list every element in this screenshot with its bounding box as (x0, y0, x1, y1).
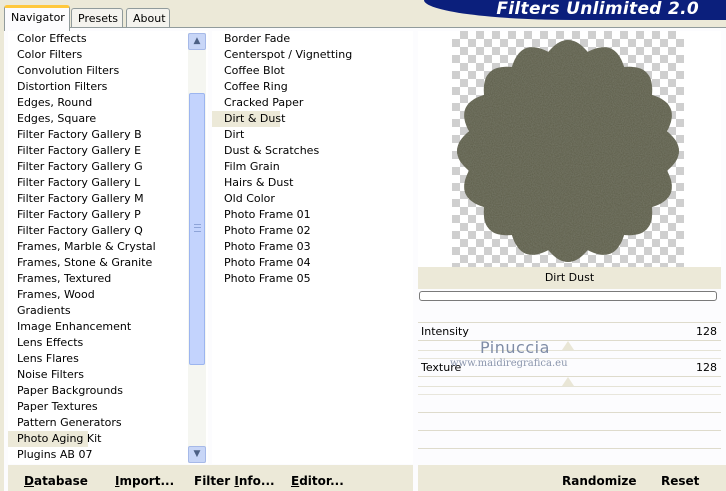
category-item[interactable]: Frames, Stone & Granite (8, 255, 208, 271)
filter-item[interactable]: Old Color (212, 191, 413, 207)
editor-button-accesskey: E (291, 474, 300, 488)
intensity-slider-thumb[interactable] (562, 341, 574, 350)
filter-item[interactable]: Coffee Blot (212, 63, 413, 79)
database-button-accesskey: D (24, 474, 34, 488)
filter-list[interactable]: Border Fade Centerspot / Vignetting Coffee… (212, 31, 413, 464)
category-item[interactable]: Frames, Marble & Crystal (8, 239, 208, 255)
category-item[interactable]: Lens Flares (8, 351, 208, 367)
preview-image (457, 40, 679, 262)
filter-item[interactable]: Photo Frame 05 (212, 271, 413, 287)
chevron-up-icon[interactable]: ▲ (188, 33, 206, 50)
category-item[interactable]: Image Enhancement (8, 319, 208, 335)
texture-slider-track (418, 386, 721, 387)
scrollbar-thumb[interactable] (189, 93, 205, 365)
category-item[interactable]: Frames, Textured (8, 271, 208, 287)
bottom-toolbar-right: Randomize Reset (418, 465, 726, 491)
category-item[interactable]: Paper Backgrounds (8, 383, 208, 399)
tab-navigator[interactable]: Navigator (4, 5, 70, 31)
progress-bar (419, 291, 717, 301)
category-item[interactable]: Convolution Filters (8, 63, 208, 79)
category-item[interactable]: Pattern Generators (8, 415, 208, 431)
reset-button[interactable]: Reset (661, 474, 699, 488)
category-item[interactable]: Filter Factory Gallery G (8, 159, 208, 175)
category-items: Color Effects Color Filters Convolution Fi… (8, 31, 208, 463)
category-list[interactable]: Color Effects Color Filters Convolution Fi… (8, 31, 208, 464)
category-item[interactable]: Color Effects (8, 31, 208, 47)
filter-controls: Intensity 128 Texture 128 (418, 305, 721, 491)
category-item[interactable]: Edges, Square (8, 111, 208, 127)
filter-item[interactable]: Photo Frame 02 (212, 223, 413, 239)
texture-slider[interactable] (418, 377, 721, 395)
category-item[interactable]: Filter Factory Gallery E (8, 143, 208, 159)
filter-item[interactable]: Border Fade (212, 31, 413, 47)
filter-item[interactable]: Photo Frame 01 (212, 207, 413, 223)
randomize-button[interactable]: Randomize (562, 474, 636, 488)
texture-value: 128 (696, 361, 717, 374)
scrollbar-grip (194, 224, 201, 232)
editor-button[interactable]: Editor... (291, 474, 344, 488)
database-button-label: atabase (33, 474, 88, 488)
import-button-label: mport... (119, 474, 175, 488)
selected-filter-name: Dirt Dust (418, 267, 721, 289)
filter-item[interactable]: Dust & Scratches (212, 143, 413, 159)
watermark-url: www.maidiregrafica.eu (450, 358, 568, 369)
category-item[interactable]: Lens Effects (8, 335, 208, 351)
category-item[interactable]: Noise Filters (8, 367, 208, 383)
category-item[interactable]: Filter Factory Gallery M (8, 191, 208, 207)
intensity-control[interactable]: Intensity 128 (418, 323, 721, 341)
filter-item[interactable]: Dirt & Dust (212, 111, 285, 127)
category-item[interactable]: Frames, Wood (8, 287, 208, 303)
intensity-slider[interactable] (418, 341, 721, 359)
filter-items: Border Fade Centerspot / Vignetting Coffee… (212, 31, 413, 287)
category-item[interactable]: Filter Factory Gallery B (8, 127, 208, 143)
category-item[interactable]: Photo Aging Kit (8, 431, 101, 447)
editor-button-label: ditor... (299, 474, 344, 488)
control-empty-2 (418, 413, 721, 431)
preview-scallop-shape (457, 40, 679, 262)
category-item[interactable]: Filter Factory Gallery Q (8, 223, 208, 239)
watermark-title: Pinuccia (480, 338, 550, 357)
filter-info-button-label: nfo... (238, 474, 275, 488)
database-button[interactable]: Database (24, 474, 88, 488)
filter-item[interactable]: Cracked Paper (212, 95, 413, 111)
control-empty-3 (418, 431, 721, 449)
category-item[interactable]: Filter Factory Gallery L (8, 175, 208, 191)
filter-item[interactable]: Coffee Ring (212, 79, 413, 95)
app-title: Filters Unlimited 2.0 (424, 0, 726, 20)
filter-info-button[interactable]: Filter Info... (194, 474, 275, 488)
filter-item[interactable]: Dirt (212, 127, 413, 143)
import-button[interactable]: Import... (115, 474, 174, 488)
filter-item[interactable]: Hairs & Dust (212, 175, 413, 191)
category-scrollbar[interactable]: ▲ ▼ (188, 33, 206, 463)
filter-item[interactable]: Photo Frame 04 (212, 255, 413, 271)
filter-item[interactable]: Centerspot / Vignetting (212, 47, 413, 63)
category-item[interactable]: Edges, Round (8, 95, 208, 111)
category-item[interactable]: Plugins AB 07 (8, 447, 208, 463)
control-spacer-top (418, 305, 721, 323)
category-item[interactable]: Color Filters (8, 47, 208, 63)
chevron-down-icon[interactable]: ▼ (188, 446, 206, 463)
intensity-slider-track (418, 350, 721, 351)
category-item[interactable]: Distortion Filters (8, 79, 208, 95)
filter-info-button-label-pre: Filter (194, 474, 235, 488)
bottom-toolbar-left: Database Import... Filter Info... Editor… (8, 465, 413, 491)
category-item[interactable]: Gradients (8, 303, 208, 319)
texture-slider-thumb[interactable] (562, 377, 574, 386)
category-item[interactable]: Filter Factory Gallery P (8, 207, 208, 223)
intensity-value: 128 (696, 325, 717, 338)
filter-item[interactable]: Photo Frame 03 (212, 239, 413, 255)
control-empty-1 (418, 395, 721, 413)
category-item[interactable]: Paper Textures (8, 399, 208, 415)
intensity-label: Intensity (421, 325, 469, 338)
preview-area[interactable] (418, 31, 721, 267)
filter-item[interactable]: Film Grain (212, 159, 413, 175)
